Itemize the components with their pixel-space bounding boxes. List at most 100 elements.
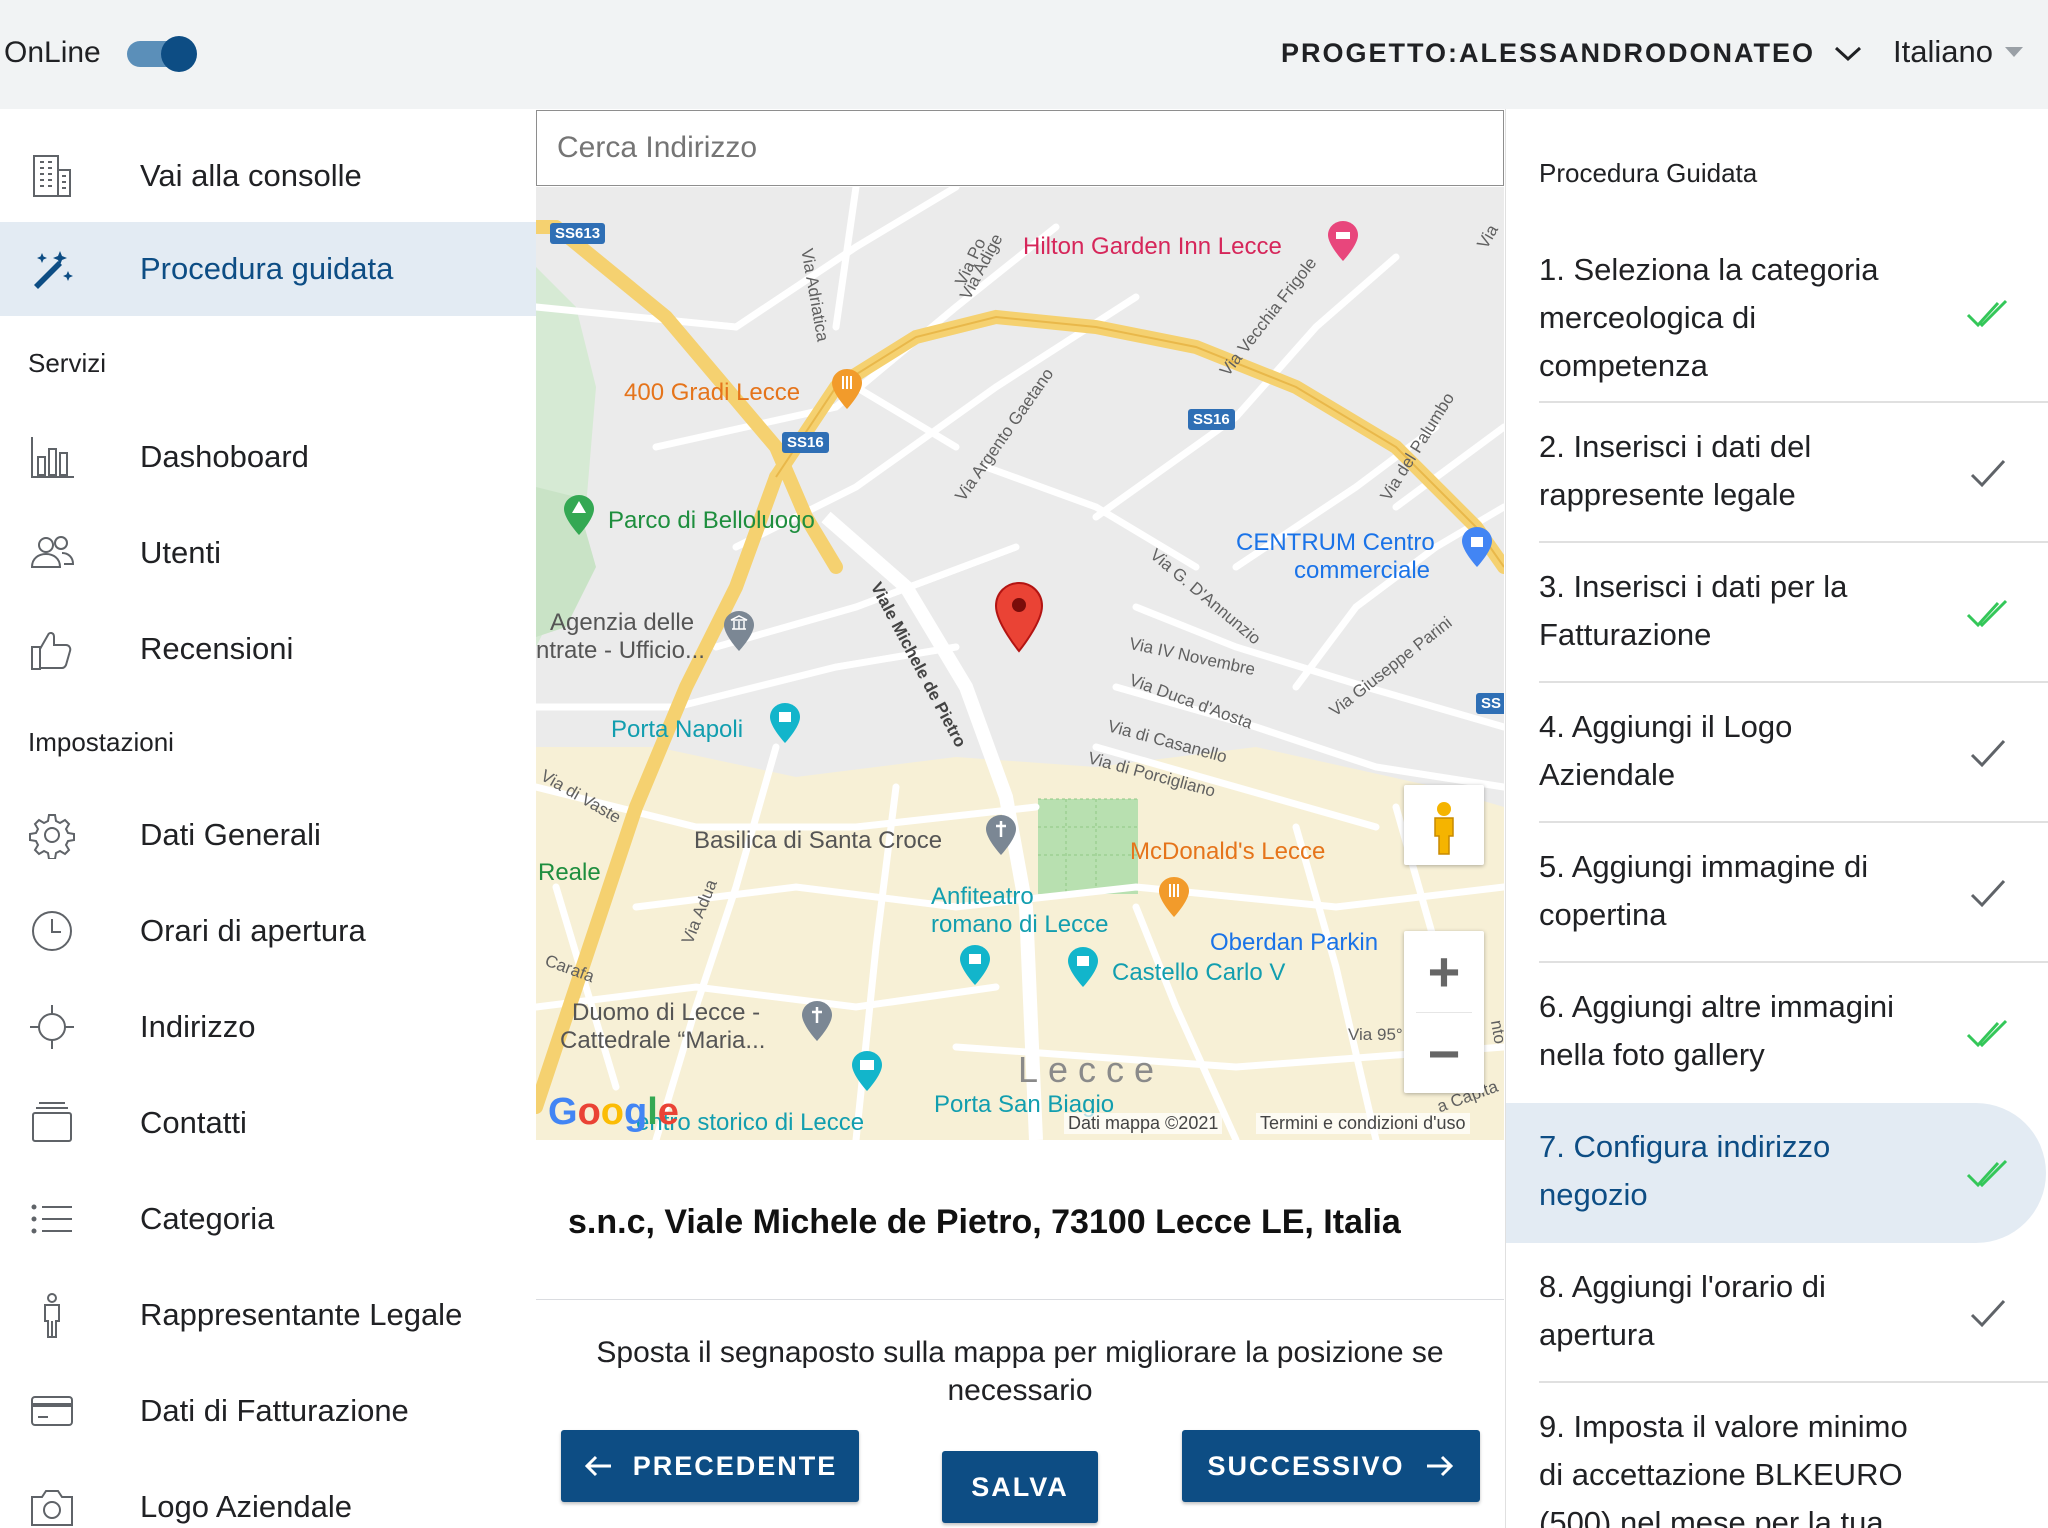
landmark-pin-icon[interactable] xyxy=(770,703,800,743)
sidebar-item-label: Vai alla consolle xyxy=(140,158,362,193)
sidebar: Vai alla consolle Procedura guidata Serv… xyxy=(0,109,536,1528)
government-pin-icon[interactable] xyxy=(724,611,754,651)
poi-label: Anfiteatro xyxy=(931,883,1034,910)
poi-label: commerciale xyxy=(1294,557,1431,584)
sidebar-item-wizard[interactable]: Procedura guidata xyxy=(0,222,536,316)
shopping-pin-icon[interactable] xyxy=(1462,527,1492,567)
wizard-step[interactable]: 8. Aggiungi l'orario di apertura xyxy=(1506,1243,2048,1383)
restaurant-pin-icon[interactable] xyxy=(832,369,862,409)
save-button-label: SALVA xyxy=(971,1471,1069,1502)
city-label: Lecce xyxy=(1018,1049,1165,1090)
project-selector[interactable]: PROGETTO:ALESSANDRODONATEO xyxy=(1281,38,1863,69)
address-search-input[interactable] xyxy=(537,111,1503,185)
selected-address: s.n.c, Viale Michele de Pietro, 73100 Le… xyxy=(568,1203,1401,1241)
previous-button-label: PRECEDENTE xyxy=(632,1450,838,1481)
poi-label: McDonald's Lecce xyxy=(1130,838,1326,865)
sidebar-item-label: Logo Aziendale xyxy=(140,1489,353,1524)
park-pin-icon[interactable] xyxy=(564,495,594,535)
hotel-pin-icon[interactable] xyxy=(1328,221,1358,261)
poi-label: Hilton Garden Inn Lecce xyxy=(1023,233,1282,260)
divider xyxy=(536,1299,1504,1300)
street-view-control[interactable] xyxy=(1404,785,1484,865)
road-shield: SS16 xyxy=(1188,409,1235,430)
location-marker-icon[interactable] xyxy=(994,581,1044,653)
wizard-step-label: 8. Aggiungi l'orario di apertura xyxy=(1539,1269,1826,1352)
pegman-icon xyxy=(1434,802,1454,855)
poi-label: Duomo di Lecce - xyxy=(572,999,761,1026)
save-button[interactable]: SALVA xyxy=(942,1451,1098,1523)
sidebar-item-logo[interactable]: Logo Aziendale xyxy=(0,1460,536,1528)
sidebar-item-label: Utenti xyxy=(140,535,221,570)
camera-icon xyxy=(31,1490,73,1526)
wizard-step[interactable]: 9. Imposta il valore minimo di accettazi… xyxy=(1506,1383,2048,1528)
gear-icon xyxy=(29,814,75,859)
road-shield: SS16 xyxy=(782,432,829,453)
landmark-pin-icon[interactable] xyxy=(1068,947,1098,987)
map-terms-link[interactable]: Termini e condizioni d'uso xyxy=(1256,1113,1470,1134)
sidebar-item-label: Categoria xyxy=(140,1201,275,1236)
sidebar-item-billing[interactable]: Dati di Fatturazione xyxy=(0,1364,536,1458)
arrow-left-icon xyxy=(584,1455,611,1477)
poi-label: CENTRUM Centro xyxy=(1236,529,1435,556)
wizard-step[interactable]: 5. Aggiungi immagine di copertina xyxy=(1506,823,2048,963)
users-icon xyxy=(30,536,75,568)
sidebar-item-contacts[interactable]: Contatti xyxy=(0,1076,536,1170)
sidebar-item-users[interactable]: Utenti xyxy=(0,506,536,600)
sidebar-item-category[interactable]: Categoria xyxy=(0,1172,536,1266)
sidebar-item-opening-hours[interactable]: Orari di apertura xyxy=(0,884,536,978)
poi-label: Castello Carlo V xyxy=(1112,959,1286,986)
poi-label: ntrate - Ufficio... xyxy=(536,637,705,664)
section-title-services: Servizi xyxy=(28,348,107,378)
zoom-out-button[interactable]: − xyxy=(1404,1013,1484,1093)
wizard-step-active[interactable]: 7. Configura indirizzo negozio xyxy=(1506,1103,2048,1243)
camera-pin-icon[interactable] xyxy=(852,1051,882,1091)
sidebar-item-label: Dati Generali xyxy=(140,817,321,852)
online-toggle[interactable] xyxy=(127,36,197,72)
sidebar-item-general-data[interactable]: Dati Generali xyxy=(0,788,536,882)
sidebar-item-legal-representative[interactable]: Rappresentante Legale xyxy=(0,1268,536,1362)
sidebar-item-console[interactable]: Vai alla consolle xyxy=(0,129,536,223)
poi-label: romano di Lecce xyxy=(931,911,1109,938)
wizard-step[interactable]: 4. Aggiungi il Logo Aziendale xyxy=(1506,683,2048,823)
landmark-pin-icon[interactable] xyxy=(960,945,990,985)
sidebar-item-dashboard[interactable]: Dashoboard xyxy=(0,410,536,504)
next-button[interactable]: SUCCESSIVO xyxy=(1182,1430,1480,1502)
previous-button[interactable]: PRECEDENTE xyxy=(561,1430,859,1502)
chevron-down-icon xyxy=(1835,46,1862,61)
contacts-icon xyxy=(32,1102,72,1142)
restaurant-pin-icon[interactable] xyxy=(1159,877,1189,917)
caret-down-icon xyxy=(2004,47,2023,57)
marker-hint: Sposta il segnaposto sulla mappa per mig… xyxy=(596,1336,1444,1407)
wizard-step[interactable]: 6. Aggiungi altre immagini nella foto ga… xyxy=(1506,963,2048,1103)
next-button-label: SUCCESSIVO xyxy=(1207,1450,1405,1481)
language-selector[interactable]: Italiano xyxy=(1893,34,2023,70)
poi-label: Cattedrale “Maria... xyxy=(560,1027,766,1054)
church-pin-icon[interactable] xyxy=(802,1001,832,1041)
wizard-step-label: 9. Imposta il valore minimo di accettazi… xyxy=(1539,1409,1908,1528)
thumbs-up-icon xyxy=(31,631,72,670)
sidebar-item-address[interactable]: Indirizzo xyxy=(0,980,536,1074)
wizard-title: Procedura Guidata xyxy=(1539,158,1758,188)
wizard-step-label: 3. Inserisci i dati per la Fatturazione xyxy=(1539,569,1848,652)
sidebar-item-reviews[interactable]: Recensioni xyxy=(0,602,536,696)
poi-label: Oberdan Parkin xyxy=(1210,929,1379,956)
sidebar-item-label: Recensioni xyxy=(140,631,294,666)
zoom-in-button[interactable]: + xyxy=(1404,931,1484,1011)
list-icon xyxy=(31,1204,72,1234)
wizard-step[interactable]: 3. Inserisci i dati per la Fatturazione xyxy=(1506,543,2048,683)
bar-chart-icon xyxy=(31,437,74,478)
check-icon xyxy=(1970,879,2006,908)
wizard-step-label: 2. Inserisci i dati del rappresente lega… xyxy=(1539,429,1812,512)
wizard-step[interactable]: 1. Seleziona la categoria merceologica d… xyxy=(1506,229,2048,403)
map[interactable]: SS613 SS16 SS16 SS Via Adriatica Via Po … xyxy=(536,187,1504,1140)
poi-label: Agenzia delle xyxy=(550,609,695,636)
wizard-step[interactable]: 2. Inserisci i dati del rappresente lega… xyxy=(1506,403,2048,543)
online-label: OnLine xyxy=(4,36,101,69)
wizard-step-label: 4. Aggiungi il Logo Aziendale xyxy=(1539,709,1793,792)
wizard-panel: Procedura Guidata 1. Seleziona la catego… xyxy=(1505,109,2048,1528)
poi-label: Porta Napoli xyxy=(611,716,744,743)
double-check-icon xyxy=(1966,299,2008,328)
crosshair-icon xyxy=(30,1005,74,1049)
church-pin-icon[interactable] xyxy=(986,815,1016,855)
sidebar-item-label: Orari di apertura xyxy=(140,913,366,948)
